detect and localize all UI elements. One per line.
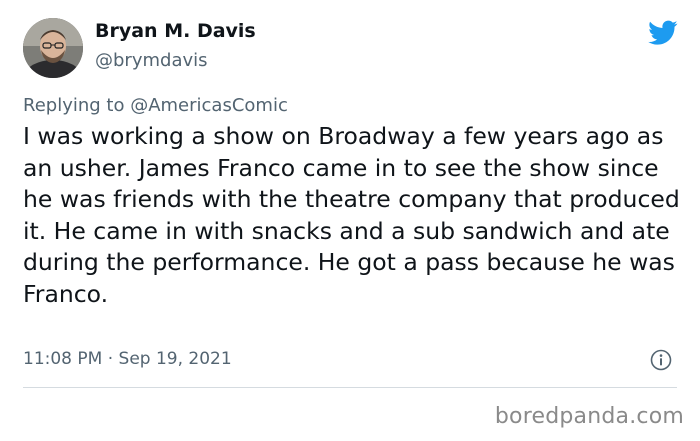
tweet-card: Bryan M. Davis @brymdavis Replying to @A… (0, 0, 700, 441)
reply-mention-link[interactable]: @AmericasComic (130, 95, 288, 116)
profile-photo-icon (23, 18, 83, 78)
reply-context: Replying to @AmericasComic (23, 95, 288, 116)
info-icon[interactable] (650, 349, 672, 371)
reply-prefix: Replying to (23, 95, 131, 116)
tweet-timestamp[interactable]: 11:08 PM · Sep 19, 2021 (23, 349, 232, 369)
tweet-body: I was working a show on Broadway a few y… (23, 122, 680, 308)
twitter-bird-icon[interactable] (648, 20, 678, 46)
display-name[interactable]: Bryan M. Davis (95, 20, 256, 42)
user-handle[interactable]: @brymdavis (95, 50, 208, 71)
avatar[interactable] (23, 18, 83, 78)
divider (23, 387, 677, 388)
watermark: boredpanda.com (494, 404, 684, 429)
